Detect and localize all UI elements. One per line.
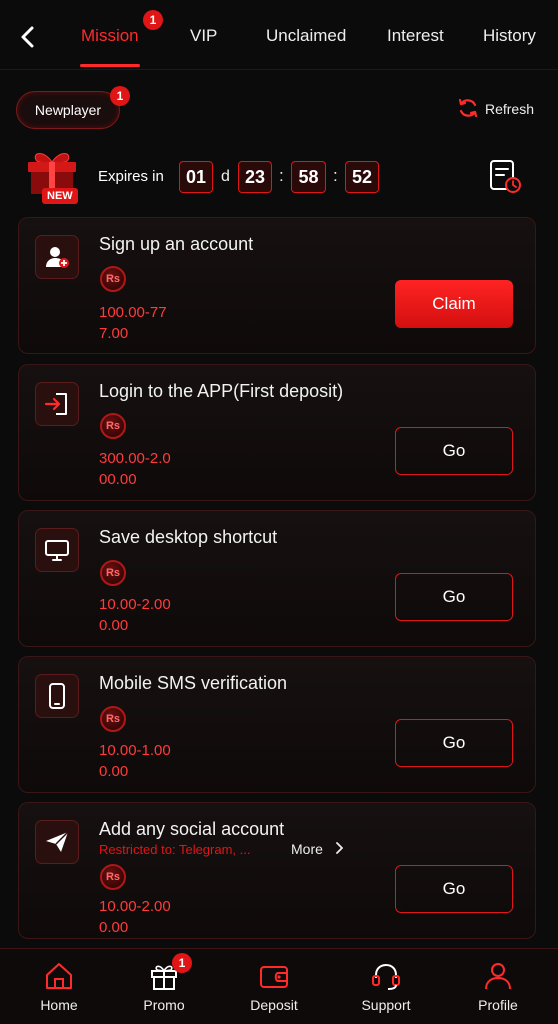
send-icon [35, 820, 79, 864]
mission-title: Mobile SMS verification [99, 673, 288, 693]
tab-unclaimed[interactable]: Unclaimed [266, 26, 346, 46]
tab-history[interactable]: History [483, 26, 536, 46]
reward-line: 0.00 [99, 919, 129, 936]
rupee-coin-icon: Rs [100, 413, 126, 439]
go-button[interactable]: Go [395, 573, 513, 621]
countdown-days: 01 [179, 161, 213, 193]
go-button[interactable]: Go [395, 719, 513, 767]
nav-label: Deposit [250, 997, 298, 1013]
chevron-right-icon [335, 841, 344, 857]
rupee-coin-icon: Rs [100, 560, 126, 586]
countdown-minutes: 58 [291, 161, 326, 193]
tab-mission[interactable]: Mission [81, 26, 139, 46]
nav-support[interactable]: Support [348, 949, 424, 1024]
mission-card-signup: Sign up an account Rs 100.00-77 7.00 Cla… [18, 217, 536, 354]
nav-label: Profile [478, 997, 518, 1013]
user-add-icon [35, 235, 79, 279]
reward-amount: 10.00-1.00 0.00 [99, 740, 171, 782]
reward-line: 10.00-2.00 [99, 596, 171, 613]
reward-amount: 10.00-2.00 0.00 [99, 896, 171, 938]
nav-deposit[interactable]: Deposit [236, 949, 312, 1024]
reward-line: 10.00-1.00 [99, 742, 171, 759]
mission-card-sms: Mobile SMS verification Rs 10.00-1.00 0.… [18, 656, 536, 793]
expires-label: Expires in [98, 168, 164, 185]
mission-badge: 1 [143, 10, 163, 30]
refresh-label: Refresh [484, 101, 534, 117]
rupee-coin-icon: Rs [100, 266, 126, 292]
back-arrow-icon[interactable] [16, 22, 40, 52]
newplayer-filter-button[interactable]: Newplayer [16, 91, 120, 129]
rupee-coin-icon: Rs [100, 706, 126, 732]
promo-badge: 1 [172, 953, 192, 973]
monitor-icon [35, 528, 79, 572]
headset-icon [370, 961, 402, 991]
reward-line: 7.00 [99, 325, 129, 342]
nav-profile[interactable]: Profile [460, 949, 536, 1024]
reward-amount: 10.00-2.00 0.00 [99, 594, 171, 636]
reward-line: 10.00-2.00 [99, 898, 171, 915]
reward-line: 0.00 [99, 763, 129, 780]
more-link[interactable]: More [291, 841, 344, 857]
mission-title: Login to the APP(First deposit) [99, 381, 344, 401]
time-separator: : [279, 166, 284, 185]
more-label: More [291, 841, 323, 857]
reward-line: 00.00 [99, 471, 137, 488]
reward-line: 0.00 [99, 617, 129, 634]
go-button[interactable]: Go [395, 427, 513, 475]
tab-interest[interactable]: Interest [387, 26, 444, 46]
mission-card-social: Add any social account Restricted to: Te… [18, 802, 536, 939]
countdown-hours: 23 [238, 161, 272, 193]
days-unit: d [221, 168, 230, 185]
rupee-coin-icon: Rs [100, 864, 126, 890]
mission-title: Save desktop shortcut [99, 527, 278, 547]
countdown-seconds: 52 [345, 161, 379, 193]
reward-amount: 100.00-77 7.00 [99, 302, 167, 344]
nav-label: Home [40, 997, 78, 1013]
refresh-icon [457, 97, 479, 122]
new-badge: NEW [42, 188, 78, 204]
reward-amount: 300.00-2.0 00.00 [99, 448, 171, 490]
reward-line: 300.00-2.0 [99, 450, 171, 467]
newplayer-badge: 1 [110, 86, 130, 106]
bottom-navigation: Home Promo 1 Deposit Support Profile [0, 948, 558, 1024]
restriction-text: Restricted to: Telegram, ... [99, 842, 251, 857]
nav-label: Promo [143, 997, 185, 1013]
tab-vip[interactable]: VIP [190, 26, 217, 46]
active-tab-indicator [80, 64, 140, 67]
mobile-icon [35, 674, 79, 718]
home-icon [43, 961, 75, 991]
mission-title: Add any social account [99, 819, 285, 839]
mission-card-shortcut: Save desktop shortcut Rs 10.00-2.00 0.00… [18, 510, 536, 647]
login-icon [35, 382, 79, 426]
claim-button[interactable]: Claim [395, 280, 513, 328]
person-icon [482, 961, 514, 991]
mission-history-icon[interactable] [488, 158, 522, 194]
refresh-button[interactable]: Refresh [457, 96, 534, 122]
mission-card-login: Login to the APP(First deposit) Rs 300.0… [18, 364, 536, 501]
top-tab-bar: Mission 1 VIP Unclaimed Interest History [0, 0, 558, 70]
go-button[interactable]: Go [395, 865, 513, 913]
time-separator: : [333, 166, 338, 185]
nav-label: Support [361, 997, 411, 1013]
nav-home[interactable]: Home [22, 949, 96, 1024]
reward-line: 100.00-77 [99, 304, 167, 321]
mission-title: Sign up an account [99, 234, 254, 254]
wallet-icon [258, 961, 290, 991]
